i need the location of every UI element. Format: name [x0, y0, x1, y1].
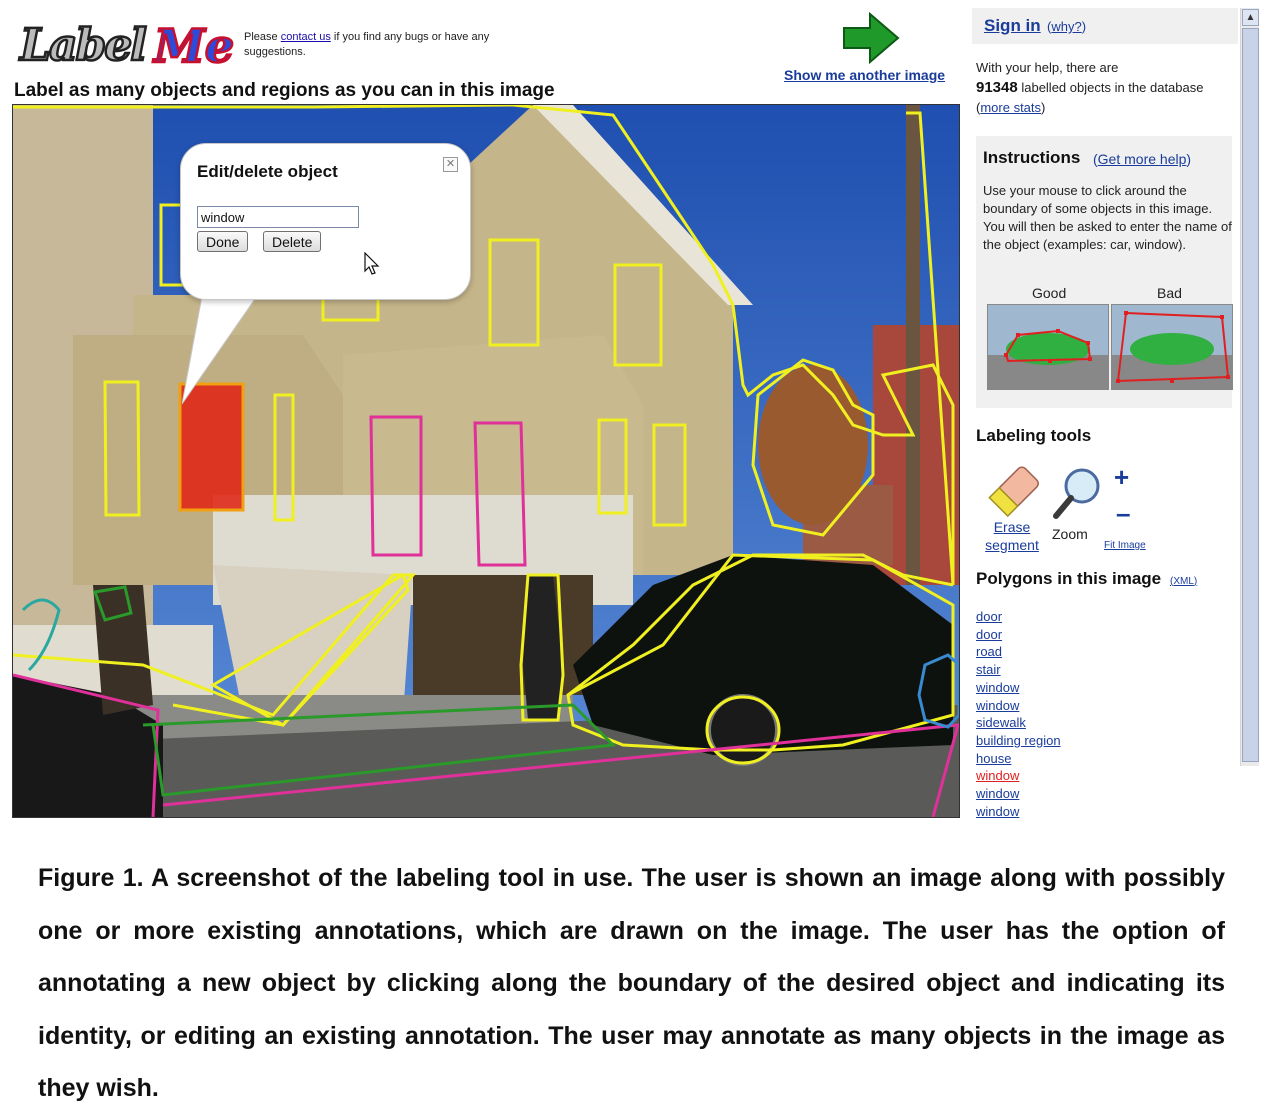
polygon-item[interactable]: sidewalk	[976, 714, 1061, 732]
side-panel: Sign in (why?) With your help, there are…	[972, 6, 1238, 824]
svg-text:Me: Me	[152, 19, 234, 73]
xml-link[interactable]: (XML)	[1170, 576, 1197, 587]
labeling-tools-title: Labeling tools	[976, 426, 1092, 445]
erase-segment-button[interactable]: Erase segment	[982, 518, 1042, 554]
zoom-out-button[interactable]: –	[1116, 498, 1130, 529]
page-heading: Label as many objects and regions as you…	[14, 80, 555, 101]
instructions-box: Instructions (Get more help) Use your mo…	[976, 136, 1233, 408]
object-name-input[interactable]	[197, 206, 359, 228]
mouse-cursor-icon	[364, 252, 380, 275]
close-icon[interactable]: ✕	[443, 157, 458, 172]
eraser-icon[interactable]	[982, 464, 1042, 520]
sign-in-bar: Sign in (why?)	[972, 8, 1238, 44]
annotated-image[interactable]	[12, 104, 960, 818]
polygon-item[interactable]: door	[976, 608, 1061, 626]
more-stats-link[interactable]: more stats	[980, 100, 1041, 115]
delete-button[interactable]: Delete	[263, 231, 322, 252]
contact-us-link[interactable]: contact us	[281, 31, 331, 43]
zoom-in-button[interactable]: +	[1114, 462, 1129, 493]
figure-caption: Figure 1. A screenshot of the labeling t…	[38, 864, 1225, 1102]
help-note: (Get more help)	[1093, 151, 1192, 167]
polygon-item[interactable]: window	[976, 785, 1061, 803]
bad-label: Bad	[1157, 285, 1182, 301]
get-more-help-link[interactable]: Get more help	[1098, 151, 1187, 167]
fit-image-link[interactable]: Fit Image	[1104, 540, 1146, 551]
instructions-text: Use your mouse to click around the bound…	[983, 183, 1232, 252]
popup-title: Edit/delete object	[197, 162, 338, 181]
stats-intro: With your help, there are	[976, 60, 1119, 75]
polygon-item[interactable]: window	[976, 803, 1061, 821]
polygon-item[interactable]: door	[976, 626, 1061, 644]
database-stats: With your help, there are 91348 labelled…	[976, 58, 1238, 118]
good-example-image	[987, 304, 1109, 390]
why-note: (why?)	[1047, 19, 1087, 34]
labelled-count: 91348	[976, 79, 1018, 96]
show-another-image-link[interactable]: Show me another image	[784, 67, 945, 83]
bug-report-notice: Please contact us if you find any bugs o…	[244, 30, 494, 60]
polygon-item[interactable]: building region	[976, 732, 1061, 750]
polygon-list: door door road stair window window sidewalk bui…	[976, 608, 1061, 820]
polygon-item[interactable]: road	[976, 643, 1061, 661]
bad-example-image	[1111, 304, 1233, 390]
next-arrow-icon[interactable]	[840, 12, 900, 64]
xml-label: XML	[1173, 576, 1194, 587]
why-link[interactable]: why?	[1051, 19, 1081, 34]
notice-text: Please	[244, 31, 281, 43]
polygon-item[interactable]: stair	[976, 661, 1061, 679]
good-label: Good	[1032, 285, 1067, 301]
polygons-title: Polygons in this image	[976, 569, 1162, 588]
scroll-thumb[interactable]	[1242, 28, 1259, 762]
vertical-scrollbar[interactable]: ▲	[1240, 8, 1259, 766]
polygon-item[interactable]: window	[976, 679, 1061, 697]
polygon-item[interactable]: window	[976, 767, 1061, 785]
instructions-title: Instructions	[983, 148, 1081, 167]
scroll-up-icon[interactable]: ▲	[1242, 9, 1259, 26]
edit-delete-popup: Edit/delete object ✕ Done Delete	[180, 143, 471, 300]
magnifier-icon[interactable]	[1052, 466, 1104, 522]
svg-text:Label: Label	[18, 20, 146, 71]
zoom-label: Zoom	[1052, 526, 1088, 542]
done-button[interactable]: Done	[197, 231, 249, 252]
labelme-logo[interactable]: Label Me	[14, 16, 240, 74]
stats-suffix: labelled objects in the database	[1021, 80, 1204, 95]
sign-in-link[interactable]: Sign in	[984, 16, 1041, 36]
polygon-item[interactable]: window	[976, 697, 1061, 715]
popup-pointer	[182, 296, 260, 405]
labelme-screenshot: Label Me Please contact us if you find a…	[6, 6, 1260, 824]
polygon-item[interactable]: house	[976, 750, 1061, 768]
